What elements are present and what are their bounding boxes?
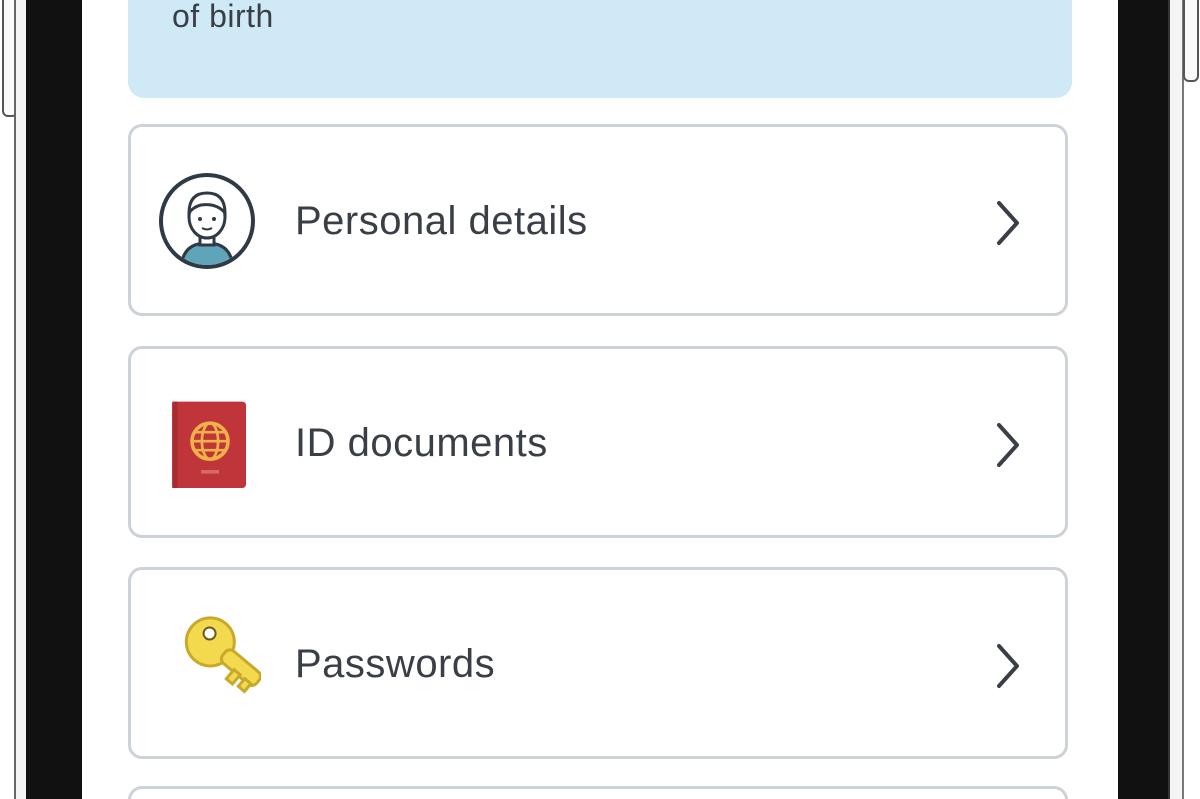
menu-item-label: Passwords [295,642,496,686]
phone-bezel-right [1118,0,1168,799]
phone-side-button-right [1183,0,1199,82]
menu-item-passwords[interactable]: Passwords [128,567,1068,759]
info-banner: of birth [128,0,1072,98]
menu-item-partial[interactable] [128,786,1068,799]
menu-item-personal-details[interactable]: Personal details [128,124,1068,316]
menu-item-id-documents[interactable]: ID documents [128,346,1068,538]
person-avatar-icon [159,173,255,269]
phone-edge-right [1168,0,1184,799]
passport-icon [172,401,246,488]
phone-bezel-left [26,0,82,799]
chevron-right-icon [997,644,1019,688]
chevron-right-icon [997,423,1019,467]
key-icon [184,616,261,694]
info-banner-text: of birth [172,0,274,34]
menu-item-label: Personal details [295,199,588,243]
menu-item-label: ID documents [295,421,548,465]
phone-screen: of birth Personal details ID documents P… [82,0,1118,799]
chevron-right-icon [997,201,1019,245]
